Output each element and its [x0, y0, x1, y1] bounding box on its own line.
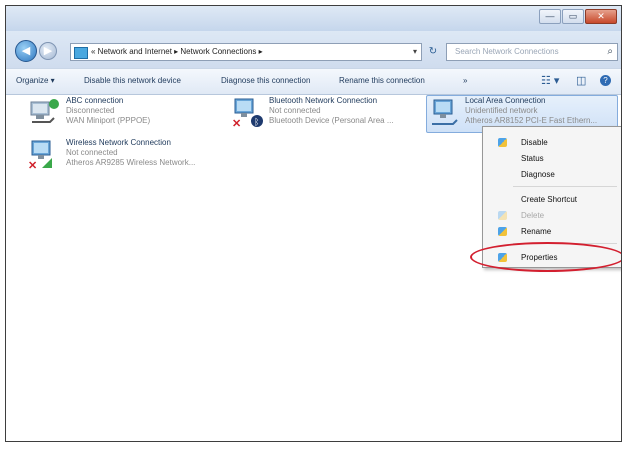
preview-pane-icon[interactable]: ◫	[576, 74, 586, 87]
menu-item-status[interactable]: Status	[521, 154, 544, 163]
highlight-ring	[470, 242, 621, 272]
wireless-connection-icon: ✕	[28, 140, 52, 170]
maximize-button[interactable]: ▭	[562, 9, 584, 24]
svg-text:ᛒ: ᛒ	[254, 117, 259, 127]
connection-name: Bluetooth Network Connection	[269, 96, 378, 105]
more-commands-button[interactable]: »	[463, 76, 467, 85]
shield-icon	[498, 138, 507, 147]
connection-text: Bluetooth Network Connection Not connect…	[269, 96, 394, 126]
connection-device: Atheros AR8152 PCI-E Fast Ethern...	[465, 116, 598, 125]
svg-text:✕: ✕	[232, 118, 241, 128]
connection-item-abc[interactable]: ABC connection Disconnected WAN Miniport…	[28, 96, 198, 130]
network-folder-icon	[74, 47, 88, 59]
connection-text: Wireless Network Connection Not connecte…	[66, 138, 195, 168]
bluetooth-connection-icon: ✕ ᛒ	[232, 98, 263, 128]
connection-name: ABC connection	[66, 96, 124, 105]
menu-separator	[513, 186, 617, 187]
organize-button[interactable]: Organize ▾	[16, 76, 55, 85]
connection-device: WAN Miniport (PPPOE)	[66, 116, 151, 125]
menu-item-create-shortcut[interactable]: Create Shortcut	[521, 195, 577, 204]
close-button[interactable]: ✕	[585, 9, 617, 24]
connection-status: Disconnected	[66, 106, 115, 115]
connection-status: Not connected	[269, 106, 321, 115]
diagnose-connection-button[interactable]: Diagnose this connection	[221, 76, 310, 85]
connection-text: Local Area Connection Unidentified netwo…	[465, 96, 597, 126]
menu-item-diagnose[interactable]: Diagnose	[521, 170, 555, 179]
forward-arrow-icon: ▶	[43, 45, 53, 57]
svg-text:✕: ✕	[28, 160, 37, 170]
chevron-down-icon[interactable]: ▾	[413, 44, 417, 60]
lan-connection-icon	[432, 99, 458, 125]
connection-device: Bluetooth Device (Personal Area ...	[269, 116, 394, 125]
refresh-button[interactable]: ↻	[424, 43, 442, 61]
menu-item-delete: Delete	[521, 211, 545, 220]
shield-icon	[498, 227, 507, 236]
menu-item-disable[interactable]: Disable	[521, 138, 548, 147]
minimize-button[interactable]: —	[539, 9, 561, 24]
connection-item-wireless[interactable]: ✕ Wireless Network Connection Not connec…	[28, 138, 228, 172]
window-controls: — ▭ ✕	[538, 9, 617, 24]
breadcrumb: « Network and Internet ▸ Network Connect…	[91, 47, 263, 56]
connection-device: Atheros AR9285 Wireless Network...	[66, 158, 196, 167]
back-button[interactable]: ◀	[15, 40, 37, 62]
network-connections-window: — ▭ ✕ ◀ ▶ « Network and Internet ▸ Netwo…	[5, 5, 622, 442]
rename-connection-button[interactable]: Rename this connection	[339, 76, 425, 85]
connection-status: Unidentified network	[465, 106, 538, 115]
search-placeholder: Search Network Connections	[455, 47, 559, 56]
refresh-icon: ↻	[428, 46, 438, 57]
command-bar: Organize ▾ Disable this network device D…	[6, 68, 621, 95]
back-arrow-icon: ◀	[21, 45, 31, 57]
shield-icon	[498, 211, 507, 220]
search-input[interactable]: Search Network Connections ⌕	[446, 43, 618, 61]
dialup-connection-icon	[30, 99, 59, 123]
menu-item-rename[interactable]: Rename	[521, 227, 551, 236]
connection-text: ABC connection Disconnected WAN Miniport…	[66, 96, 150, 126]
connection-name: Local Area Connection	[465, 96, 546, 105]
search-icon: ⌕	[607, 46, 613, 57]
forward-button[interactable]: ▶	[39, 42, 57, 60]
title-bar: — ▭ ✕	[6, 6, 621, 31]
views-icon[interactable]: ☷ ▾	[541, 74, 559, 87]
address-row: ◀ ▶ « Network and Internet ▸ Network Con…	[6, 31, 621, 68]
connection-item-bluetooth[interactable]: ✕ ᛒ Bluetooth Network Connection Not con…	[231, 96, 421, 130]
address-bar[interactable]: « Network and Internet ▸ Network Connect…	[70, 43, 422, 61]
connection-name: Wireless Network Connection	[66, 138, 171, 147]
disable-device-button[interactable]: Disable this network device	[84, 76, 181, 85]
help-icon[interactable]: ?	[600, 75, 611, 86]
connection-status: Not connected	[66, 148, 118, 157]
